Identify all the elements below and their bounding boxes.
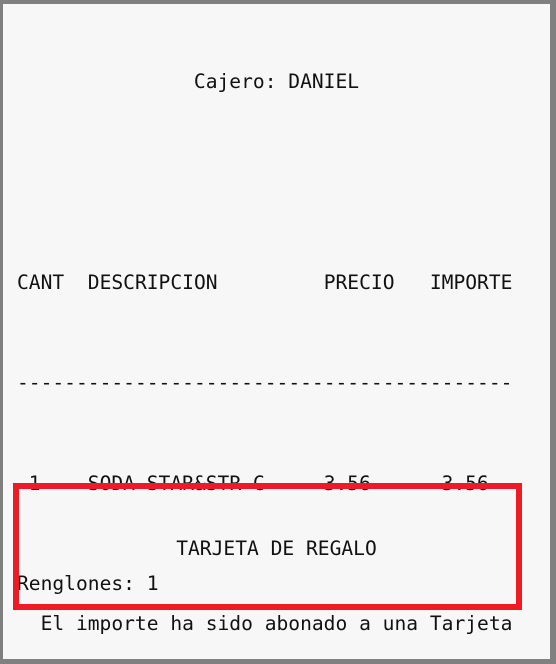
gift-card-section: TARJETA DE REGALO El importe ha sido abo…	[3, 486, 550, 659]
gift-card-message-line-1: El importe ha sido abonado a una Tarjeta	[40, 612, 513, 636]
separator-top: ----------------------------------------…	[17, 371, 513, 395]
receipt-window: Cajero: DANIEL CANT DESCRIPCION PRECIO I…	[0, 0, 556, 664]
spacer-line-1	[3, 170, 550, 195]
table-header-row: CANT DESCRIPCION PRECIO IMPORTE	[17, 271, 513, 295]
receipt-paper: Cajero: DANIEL CANT DESCRIPCION PRECIO I…	[3, 4, 550, 659]
cashier-line: Cajero: DANIEL	[193, 70, 360, 94]
gift-card-title: TARJETA DE REGALO	[176, 537, 377, 561]
